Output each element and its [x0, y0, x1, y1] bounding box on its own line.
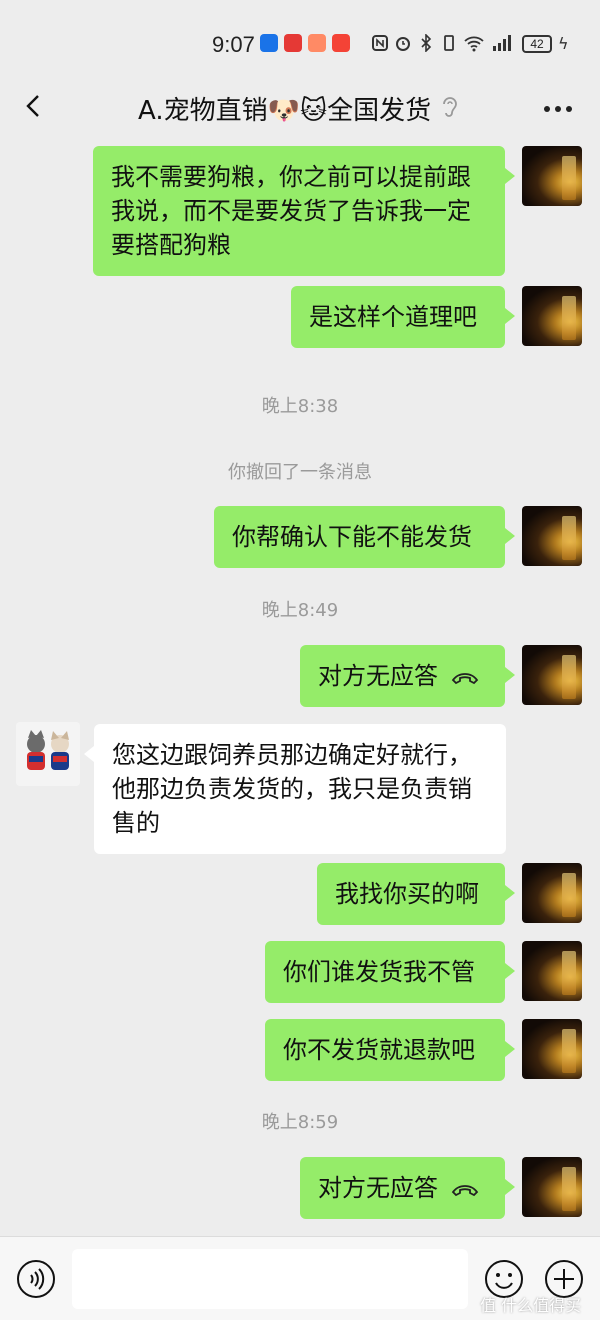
nfc-icon — [372, 35, 388, 51]
bluetooth-icon — [421, 34, 432, 52]
message-bubble-mine[interactable]: 你帮确认下能不能发货 — [214, 506, 515, 568]
battery-indicator: 42 — [522, 35, 552, 53]
timestamp: 晚上8:49 — [261, 600, 339, 621]
message-bubble-mine[interactable]: 是这样个道理吧 — [291, 286, 515, 348]
message-bubble-contact[interactable]: 您这边跟饲养员那边确定好就行， 他那边负责发货的，我只是负责销 售的 — [84, 724, 506, 854]
app-notification-icon — [260, 34, 278, 52]
message-line: 他那边负责发货的，我只是负责销 — [112, 775, 472, 803]
watermark: 值 什么值得买 — [480, 1296, 582, 1315]
signal-icon — [493, 35, 511, 51]
message-line: 我不需要狗粮，你之前可以提前跟 — [111, 163, 471, 191]
my-avatar[interactable] — [522, 863, 582, 923]
phone-hangup-icon — [451, 1185, 479, 1197]
chat-header: A.宠物直销🐶🐱全国发货 — [0, 80, 600, 140]
charging-icon: ϟ — [558, 34, 569, 53]
my-avatar[interactable] — [522, 146, 582, 206]
my-avatar[interactable] — [522, 645, 582, 705]
my-avatar[interactable] — [522, 941, 582, 1001]
ear-icon — [443, 97, 457, 117]
back-arrow-icon[interactable] — [14, 86, 54, 126]
my-avatar[interactable] — [522, 286, 582, 346]
voice-call-bubble[interactable]: 对方无应答 — [300, 1157, 515, 1219]
recall-notice: 你撤回了一条消息 — [228, 462, 372, 483]
message-bubble-mine[interactable]: 我不需要狗粮，你之前可以提前跟 我说，而不是要发货了告诉我一定 要搭配狗粮 — [93, 146, 515, 276]
phone-hangup-icon — [451, 673, 479, 685]
message-line: 您这边跟饲养员那边确定好就行， — [112, 741, 472, 769]
message-bubble-mine[interactable]: 你们谁发货我不管 — [265, 941, 515, 1003]
contact-avatar[interactable] — [16, 722, 80, 786]
status-bar: 9:07 42 ϟ — [0, 0, 600, 88]
message-line: 要搭配狗粮 — [111, 231, 231, 259]
vibrate-icon — [444, 35, 454, 51]
message-text: 你不发货就退款吧 — [283, 1036, 475, 1064]
timestamp: 晚上8:59 — [261, 1112, 339, 1133]
message-text: 你们谁发货我不管 — [283, 958, 475, 986]
my-avatar[interactable] — [522, 1019, 582, 1079]
call-status-text: 对方无应答 — [318, 662, 438, 690]
app-notification-icon — [284, 34, 302, 52]
message-line: 售的 — [112, 809, 160, 837]
timestamp: 晚上8:38 — [261, 396, 339, 417]
wifi-icon — [464, 36, 484, 52]
voice-call-bubble[interactable]: 对方无应答 — [300, 645, 515, 707]
message-input[interactable] — [72, 1249, 468, 1309]
status-time: 9:07 — [212, 32, 255, 57]
chat-title: A.宠物直销🐶🐱全国发货 — [138, 96, 432, 126]
my-avatar[interactable] — [522, 506, 582, 566]
message-bubble-mine[interactable]: 你不发货就退款吧 — [265, 1019, 515, 1081]
status-system-icons — [372, 34, 513, 52]
alarm-icon — [396, 37, 410, 51]
message-bubble-mine[interactable]: 我找你买的啊 — [317, 863, 515, 925]
cat-dog-avatar-icon — [16, 722, 80, 786]
voice-icon[interactable] — [16, 1259, 56, 1299]
app-notification-icon — [308, 34, 326, 52]
message-text: 是这样个道理吧 — [309, 303, 477, 331]
app-notification-icon — [332, 34, 350, 52]
message-line: 我说，而不是要发货了告诉我一定 — [111, 197, 471, 225]
message-text: 你帮确认下能不能发货 — [232, 523, 472, 551]
message-text: 我找你买的啊 — [335, 880, 479, 908]
my-avatar[interactable] — [522, 1157, 582, 1217]
call-status-text: 对方无应答 — [318, 1174, 438, 1202]
status-app-icons — [260, 34, 350, 52]
more-icon[interactable] — [540, 94, 576, 120]
